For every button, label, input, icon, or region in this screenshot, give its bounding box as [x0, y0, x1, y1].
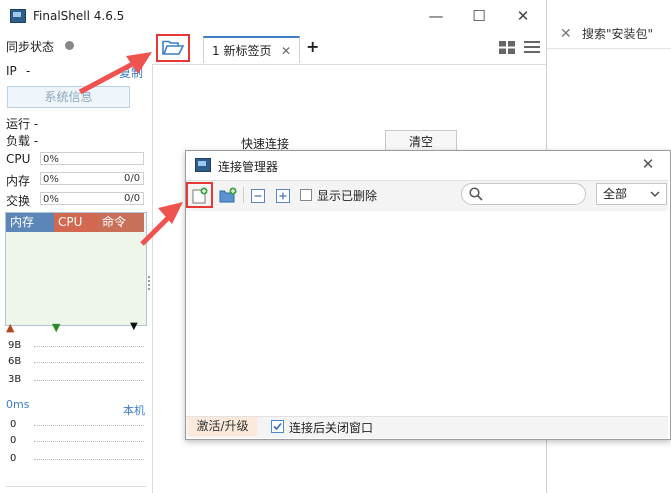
net-scale-label: 6B — [8, 356, 22, 367]
folder-open-icon — [162, 40, 184, 55]
new-connection-button[interactable] — [186, 182, 213, 208]
close-icon: ✕ — [560, 26, 572, 42]
sidebar-divider — [6, 486, 146, 487]
close-after-connect-label: 连接后关闭窗口 — [289, 421, 374, 435]
download-arrow-icon: ▼ — [52, 321, 61, 334]
sync-status-icon — [65, 41, 74, 50]
expand-all-icon[interactable] — [276, 189, 290, 203]
maximize-button[interactable]: ☐ — [469, 6, 489, 26]
dialog-title: 连接管理器 — [218, 160, 279, 174]
tab-label: 1 新标签页 — [212, 44, 272, 58]
proc-header-cpu[interactable]: CPU — [54, 213, 98, 232]
dialog-app-icon — [195, 158, 211, 172]
toolbar-separator — [243, 187, 244, 203]
new-folder-icon[interactable] — [219, 187, 237, 203]
grid-line — [34, 459, 144, 460]
minimize-button[interactable]: — — [426, 6, 446, 26]
search-icon — [469, 187, 483, 201]
ip-value: - — [26, 64, 31, 78]
copy-ip-link[interactable]: 复制 — [119, 64, 143, 81]
memory-label: 内存 — [6, 174, 31, 188]
add-tab-button[interactable]: + — [306, 37, 319, 56]
sync-status-label: 同步状态 — [6, 40, 55, 54]
checkmark-icon — [273, 422, 282, 431]
latency-value: 0 — [10, 419, 17, 430]
grid-view-icon[interactable] — [499, 41, 515, 54]
interface-dropdown-icon[interactable]: ▼ — [130, 321, 138, 332]
connection-list[interactable] — [186, 211, 668, 416]
latency-value: 0 — [10, 435, 17, 446]
window-title: FinalShell 4.6.5 — [33, 9, 125, 23]
running-label: 运行 - — [6, 117, 39, 131]
dialog-close-button[interactable]: ✕ — [638, 154, 658, 174]
collapse-all-icon[interactable] — [251, 189, 265, 203]
show-deleted-label: 显示已删除 — [317, 189, 378, 203]
latency-label: 0ms — [6, 398, 30, 411]
close-button[interactable]: ✕ — [513, 6, 533, 26]
grid-line — [34, 346, 144, 347]
group-filter-value: 全部 — [603, 187, 628, 201]
proc-header-memory[interactable]: 内存 — [6, 213, 54, 232]
close-after-connect-checkbox[interactable] — [271, 420, 284, 433]
ip-label: IP — [6, 64, 17, 78]
local-host-label: 本机 — [123, 404, 145, 417]
app-icon — [10, 9, 26, 23]
grid-line — [34, 362, 144, 363]
chevron-down-icon — [650, 191, 660, 197]
proc-header-command[interactable]: 命令 — [98, 213, 144, 232]
process-table[interactable]: 内存 CPU 命令 — [5, 212, 147, 326]
tab-new-tab[interactable]: 1 新标签页 ✕ — [203, 36, 300, 63]
grid-line — [34, 441, 144, 442]
grid-line — [34, 380, 144, 381]
memory-usage: 0/0 — [124, 173, 141, 184]
background-search-input[interactable]: 搜索"安装包" — [582, 25, 653, 42]
system-info-button[interactable]: 系统信息 — [7, 86, 130, 108]
connection-search-input[interactable] — [461, 183, 586, 205]
net-scale-label: 9B — [8, 340, 22, 351]
upload-arrow-icon: ▲ — [6, 321, 15, 334]
cpu-label: CPU — [6, 152, 31, 166]
splitter-handle[interactable] — [148, 276, 153, 290]
load-label: 负载 - — [6, 134, 39, 148]
swap-label: 交换 — [6, 194, 31, 208]
cpu-bar: 0% — [40, 152, 144, 165]
tab-close-button[interactable]: ✕ — [281, 38, 291, 65]
show-deleted-checkbox[interactable] — [300, 189, 312, 201]
net-scale-label: 3B — [8, 374, 22, 385]
swap-usage: 0/0 — [124, 193, 141, 204]
new-file-icon — [192, 187, 208, 204]
latency-value: 0 — [10, 453, 17, 464]
open-connection-manager-button[interactable] — [156, 34, 190, 62]
dialog-footer — [186, 416, 668, 438]
menu-icon[interactable] — [524, 40, 540, 54]
grid-line — [34, 425, 144, 426]
group-filter-select[interactable]: 全部 — [596, 183, 667, 205]
activate-upgrade-button[interactable]: 激活/升级 — [188, 417, 257, 436]
